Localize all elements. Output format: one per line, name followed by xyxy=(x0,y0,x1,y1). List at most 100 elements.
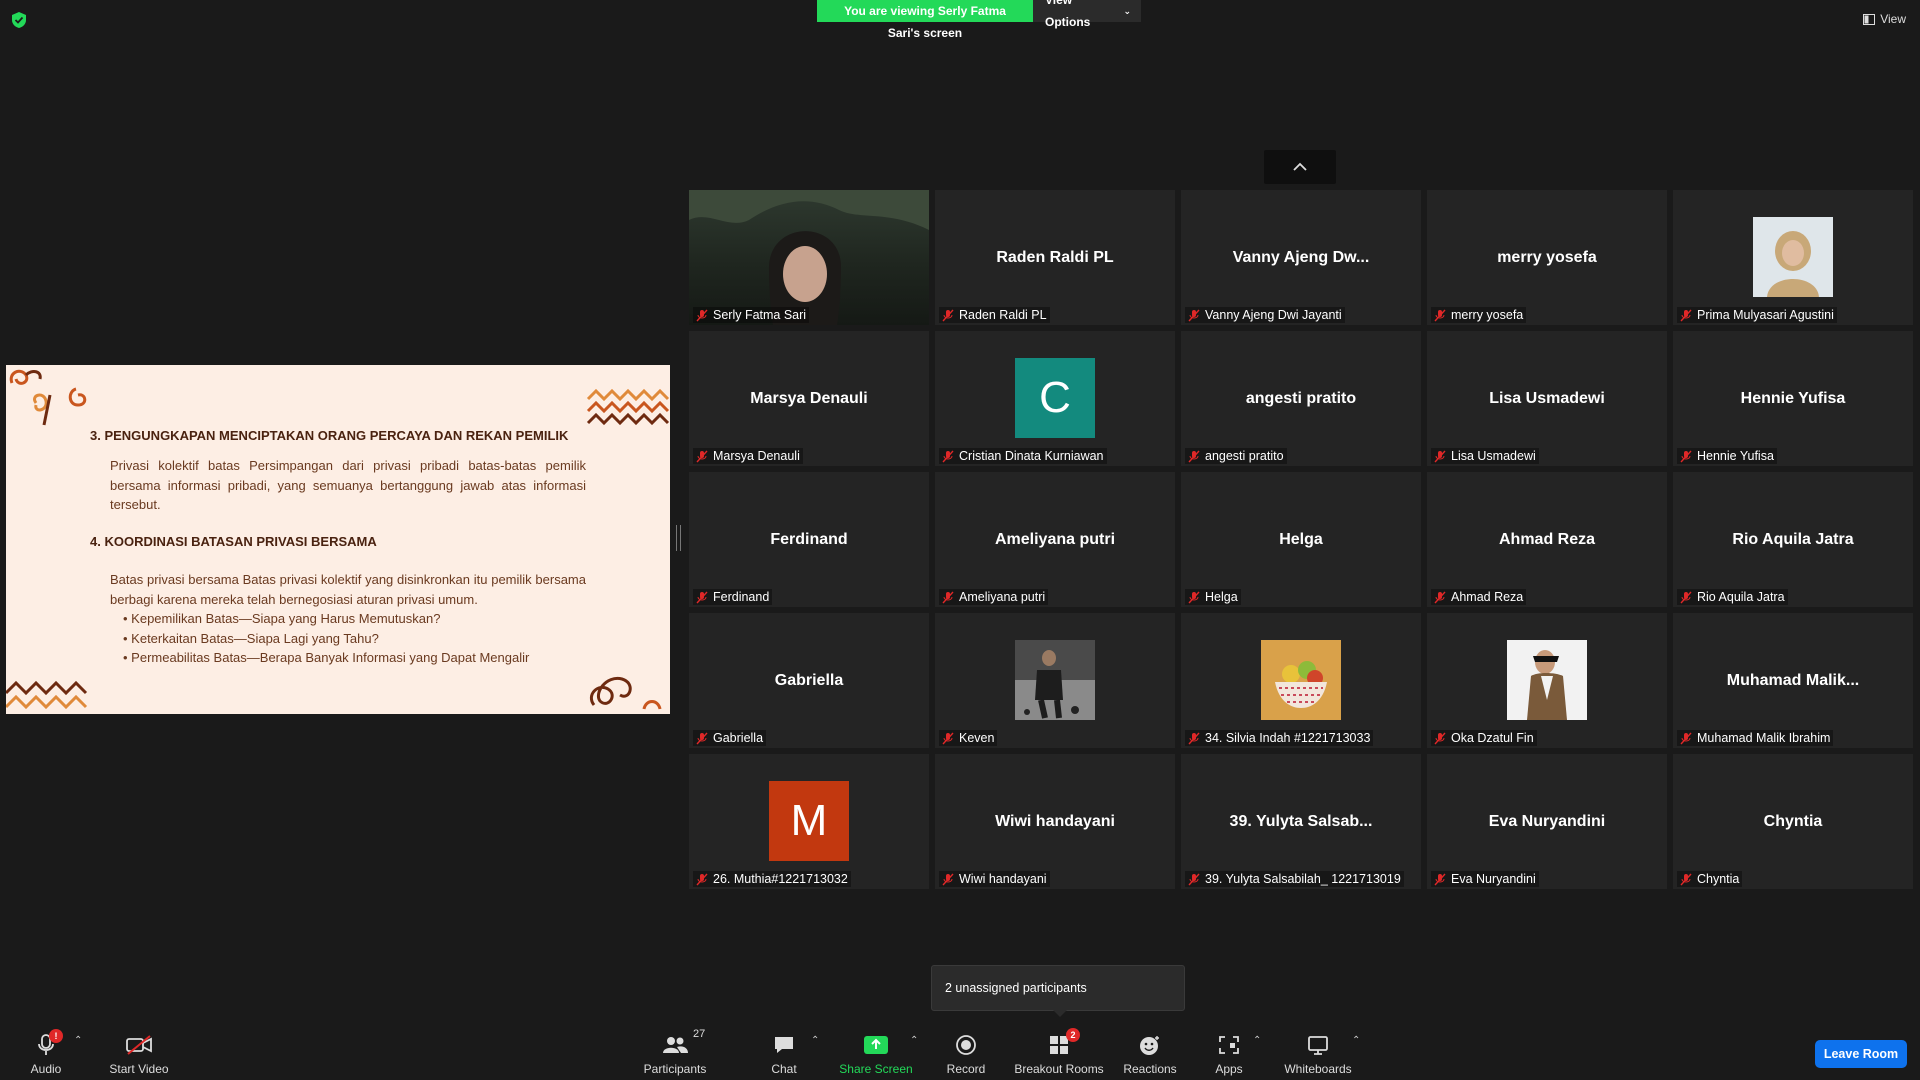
share-screen-icon xyxy=(863,1032,889,1058)
participant-tile[interactable]: Prima Mulyasari Agustini xyxy=(1673,190,1913,325)
slide-decoration-zigzag xyxy=(586,388,670,426)
chat-options-caret-icon[interactable]: ⌃ xyxy=(811,1035,819,1046)
view-button[interactable]: View xyxy=(1863,12,1906,26)
participant-tile[interactable]: Rio Aquila Jatra Rio Aquila Jatra xyxy=(1673,472,1913,607)
participant-tile[interactable]: Marsya Denauli Marsya Denauli xyxy=(689,331,929,466)
participant-display-name: merry yosefa xyxy=(1497,248,1597,266)
participant-tile[interactable]: Eva Nuryandini Eva Nuryandini xyxy=(1427,754,1667,889)
apps-icon xyxy=(1218,1032,1240,1058)
participant-tile[interactable]: Ameliyana putri Ameliyana putri xyxy=(935,472,1175,607)
mic-muted-icon xyxy=(1680,732,1692,744)
participant-tile[interactable]: C Cristian Dinata Kurniawan xyxy=(935,331,1175,466)
participant-name-label: Cristian Dinata Kurniawan xyxy=(939,448,1107,464)
chevron-up-icon xyxy=(1293,162,1307,171)
unassigned-participants-tooltip[interactable]: 2 unassigned participants xyxy=(931,965,1185,1011)
security-shield-icon[interactable] xyxy=(11,11,27,29)
mic-muted-icon xyxy=(942,450,954,462)
slide-decoration-swirls xyxy=(9,369,87,426)
participants-icon: 27 xyxy=(661,1028,705,1058)
chat-icon xyxy=(772,1032,796,1058)
start-video-button[interactable]: Start Video xyxy=(104,1022,174,1080)
participant-display-name: Lisa Usmadewi xyxy=(1489,389,1605,407)
reactions-label: Reactions xyxy=(1123,1062,1177,1076)
audio-options-caret-icon[interactable]: ⌃ xyxy=(74,1035,82,1046)
participant-name-label: Chyntia xyxy=(1677,871,1743,887)
participant-tile[interactable]: 34. Silvia Indah #1221713033 xyxy=(1181,613,1421,748)
tooltip-pointer xyxy=(1053,1010,1067,1017)
gallery-scroll-up-button[interactable] xyxy=(1264,150,1336,184)
audio-alert-badge: ! xyxy=(49,1029,63,1043)
participant-tile[interactable]: Chyntia Chyntia xyxy=(1673,754,1913,889)
mic-muted-icon xyxy=(1434,591,1446,603)
participant-name-label: Oka Dzatul Fin xyxy=(1431,730,1537,746)
record-button[interactable]: Record xyxy=(942,1022,990,1080)
reactions-button[interactable]: Reactions xyxy=(1122,1022,1178,1080)
mic-muted-icon xyxy=(1434,732,1446,744)
participant-tile[interactable]: 39. Yulyta Salsab... 39. Yulyta Salsabil… xyxy=(1181,754,1421,889)
participant-name-label: Vanny Ajeng Dwi Jayanti xyxy=(1185,307,1345,323)
mic-muted-icon xyxy=(1188,732,1200,744)
participant-tile[interactable]: Hennie Yufisa Hennie Yufisa xyxy=(1673,331,1913,466)
share-screen-label: Share Screen xyxy=(839,1062,913,1076)
share-screen-button[interactable]: Share Screen xyxy=(838,1022,914,1080)
participant-tile[interactable]: Raden Raldi PL Raden Raldi PL xyxy=(935,190,1175,325)
view-grid-icon xyxy=(1863,13,1876,25)
participant-tile[interactable]: Vanny Ajeng Dw... Vanny Ajeng Dwi Jayant… xyxy=(1181,190,1421,325)
participant-name-label: Wiwi handayani xyxy=(939,871,1050,887)
participant-name-label: Serly Fatma Sari xyxy=(693,307,810,323)
whiteboards-options-caret-icon[interactable]: ⌃ xyxy=(1352,1035,1360,1046)
participant-tile[interactable]: Wiwi handayani Wiwi handayani xyxy=(935,754,1175,889)
split-view-drag-handle[interactable] xyxy=(676,525,681,551)
participant-name-label: Helga xyxy=(1185,589,1241,605)
participant-tile[interactable]: Oka Dzatul Fin xyxy=(1427,613,1667,748)
apps-button[interactable]: Apps xyxy=(1204,1022,1254,1080)
apps-options-caret-icon[interactable]: ⌃ xyxy=(1253,1035,1261,1046)
share-options-caret-icon[interactable]: ⌃ xyxy=(910,1035,918,1046)
mic-muted-icon xyxy=(1188,309,1200,321)
participant-display-name: Ferdinand xyxy=(770,530,848,548)
participant-tile[interactable]: Lisa Usmadewi Lisa Usmadewi xyxy=(1427,331,1667,466)
participant-name-label: angesti pratito xyxy=(1185,448,1287,464)
slide-decoration-swirl-bottom xyxy=(589,676,662,710)
whiteboards-button[interactable]: Whiteboards xyxy=(1280,1022,1356,1080)
slide-bullet: Permeabilitas Batas—Berapa Banyak Inform… xyxy=(123,648,643,668)
participants-count: 27 xyxy=(693,1028,706,1040)
participants-button[interactable]: 27 Participants xyxy=(640,1022,710,1080)
view-options-button[interactable]: View Options ⌄ xyxy=(1033,0,1141,29)
profile-photo xyxy=(1753,217,1833,297)
mic-muted-icon xyxy=(1188,591,1200,603)
participant-tile[interactable]: angesti pratito angesti pratito xyxy=(1181,331,1421,466)
mic-muted-icon xyxy=(942,873,954,885)
participant-name-label: Raden Raldi PL xyxy=(939,307,1050,323)
start-video-label: Start Video xyxy=(109,1062,169,1076)
chevron-down-icon: ⌄ xyxy=(1123,6,1131,16)
participant-tile[interactable]: Ferdinand Ferdinand xyxy=(689,472,929,607)
audio-button[interactable]: ! Audio xyxy=(22,1022,70,1080)
participant-name-label: Prima Mulyasari Agustini xyxy=(1677,307,1837,323)
participant-tile[interactable]: merry yosefa merry yosefa xyxy=(1427,190,1667,325)
participant-display-name: Eva Nuryandini xyxy=(1488,812,1606,830)
participant-tile[interactable]: Helga Helga xyxy=(1181,472,1421,607)
participant-tile[interactable]: Keven xyxy=(935,613,1175,748)
participant-tile[interactable]: Serly Fatma Sari xyxy=(689,190,929,325)
mic-muted-icon xyxy=(1434,450,1446,462)
leave-room-button[interactable]: Leave Room xyxy=(1815,1040,1907,1068)
screen-share-banner: You are viewing Serly Fatma Sari's scree… xyxy=(817,0,1141,40)
participant-tile[interactable]: Gabriella Gabriella xyxy=(689,613,929,748)
slide-bullet: Kepemilikan Batas—Siapa yang Harus Memut… xyxy=(123,609,643,629)
participant-name-label: Lisa Usmadewi xyxy=(1431,448,1539,464)
participant-tile[interactable]: Muhamad Malik... Muhamad Malik Ibrahim xyxy=(1673,613,1913,748)
participant-name-label: Rio Aquila Jatra xyxy=(1677,589,1788,605)
mic-muted-icon xyxy=(696,732,708,744)
participant-tile[interactable]: M 26. Muthia#1221713032 xyxy=(689,754,929,889)
participant-name-label: Ferdinand xyxy=(693,589,773,605)
meeting-toolbar: ! Audio ⌃ Start Video 27 Participants Ch… xyxy=(0,1022,1920,1080)
chat-label: Chat xyxy=(771,1062,797,1076)
viewing-screen-text: You are viewing Serly Fatma Sari's scree… xyxy=(817,0,1033,40)
participant-tile[interactable]: Ahmad Reza Ahmad Reza xyxy=(1427,472,1667,607)
mic-muted-icon xyxy=(942,591,954,603)
letter-avatar: C xyxy=(1015,358,1095,438)
breakout-rooms-button[interactable]: 2 Breakout Rooms xyxy=(1012,1022,1106,1080)
view-button-label: View xyxy=(1880,12,1906,26)
chat-button[interactable]: Chat xyxy=(766,1022,802,1080)
